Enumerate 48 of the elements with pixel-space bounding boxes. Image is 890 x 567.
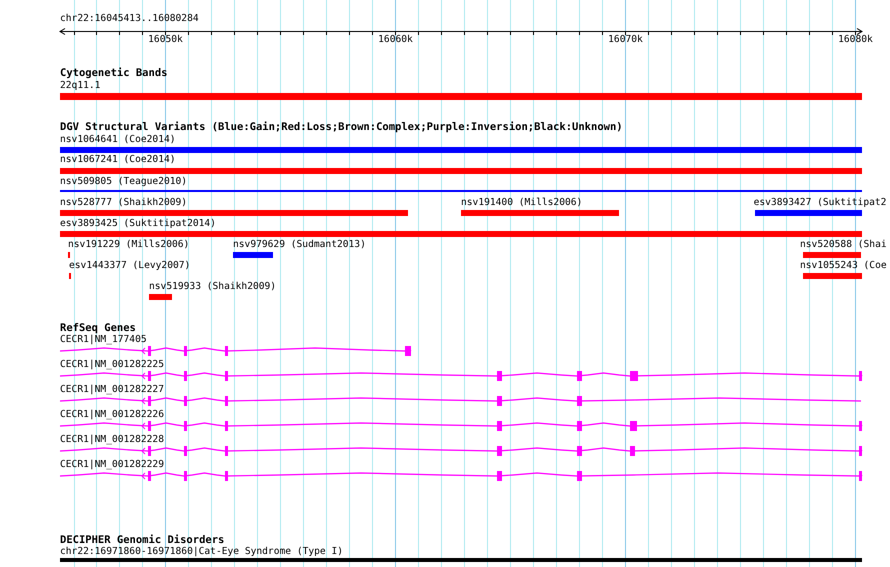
feature-bar[interactable] <box>461 210 619 216</box>
feature-label: esv1443377 (Levy2007) <box>69 260 190 272</box>
transcript-label: CECR1|NM_001282225 <box>60 359 164 371</box>
feature-bar[interactable] <box>803 252 861 258</box>
feature-bar[interactable] <box>60 231 862 237</box>
transcript-drawing[interactable] <box>60 371 862 381</box>
transcript-drawing[interactable] <box>60 346 412 356</box>
feature-bar[interactable] <box>803 273 862 279</box>
ruler-tick-label: 16060k <box>377 34 414 46</box>
feature-label: chr22:16971860-16971860|Cat-Eye Syndrome (Type I) <box>60 546 344 558</box>
feature-label: nsv528777 (Shaikh2009) <box>60 197 188 209</box>
transcript-label: CECR1|NM_001282227 <box>60 384 164 396</box>
feature-bar[interactable] <box>233 252 273 258</box>
feature-label: 22q11.1 <box>60 80 100 92</box>
feature-label: nsv1067241 (Coe2014) <box>60 154 176 166</box>
track-title[interactable]: DECIPHER Genomic Disorders <box>60 534 224 546</box>
transcript-label: CECR1|NM_177405 <box>60 334 147 346</box>
transcript-label: CECR1|NM_001282226 <box>60 409 164 421</box>
feature-bar[interactable] <box>60 210 408 216</box>
track-title[interactable]: Cytogenetic Bands <box>60 67 168 79</box>
transcript-drawing[interactable] <box>60 421 862 431</box>
feature-bar[interactable] <box>60 558 862 562</box>
feature-label: esv3893427 (Suktitipat2 <box>754 197 886 209</box>
transcript-drawing[interactable] <box>60 446 862 456</box>
ruler-tick-label: 16070k <box>607 34 644 46</box>
feature-label: nsv1064641 (Coe2014) <box>60 134 176 146</box>
ruler-tick-label: 16080k <box>837 34 874 46</box>
feature-label: esv3893425 (Suktitipat2014) <box>60 218 216 230</box>
feature-label: nsv509805 (Teague2010) <box>60 176 188 188</box>
feature-label: nsv979629 (Sudmant2013) <box>233 239 366 251</box>
feature-bar[interactable] <box>149 294 172 300</box>
transcript-drawing[interactable] <box>60 471 862 481</box>
feature-label: nsv191400 (Mills2006) <box>461 197 582 209</box>
feature-label: nsv1055243 (Coe <box>800 260 887 272</box>
feature-bar[interactable] <box>60 147 862 153</box>
cytoband-bar[interactable] <box>60 93 862 100</box>
location-label: chr22:16045413..16080284 <box>60 13 199 25</box>
transcript-label: CECR1|NM_001282228 <box>60 434 164 446</box>
track-title[interactable]: DGV Structural Variants (Blue:Gain;Red:Loss;Brown:Complex;Purple:Inversion;Black:Unknown) <box>60 121 623 133</box>
feature-label: nsv519933 (Shaikh2009) <box>149 281 276 293</box>
feature-bar[interactable] <box>755 210 862 216</box>
track-title[interactable]: RefSeq Genes <box>60 322 136 334</box>
ruler-tick-label: 16050k <box>147 34 184 46</box>
feature-label: nsv520588 (Shai <box>800 239 887 251</box>
feature-label: nsv191229 (Mills2006) <box>68 239 190 251</box>
feature-bar[interactable] <box>60 168 862 174</box>
transcript-drawing[interactable] <box>60 396 862 406</box>
transcript-label: CECR1|NM_001282229 <box>60 459 164 471</box>
